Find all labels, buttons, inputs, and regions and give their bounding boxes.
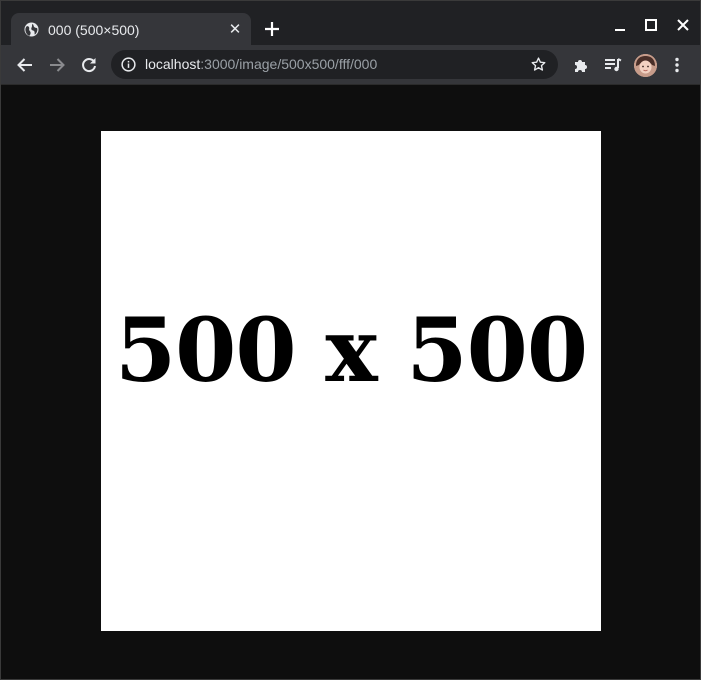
forward-arrow-icon[interactable] bbox=[47, 55, 67, 75]
bookmark-star-icon[interactable] bbox=[530, 56, 547, 73]
close-window-button[interactable] bbox=[673, 15, 693, 35]
extensions-puzzle-icon[interactable] bbox=[571, 55, 591, 75]
tab-close-button[interactable]: ✕ bbox=[225, 20, 245, 40]
url-path: :3000/image/500x500/fff/000 bbox=[200, 56, 378, 72]
address-bar[interactable]: localhost:3000/image/500x500/fff/000 bbox=[111, 50, 558, 79]
profile-avatar[interactable] bbox=[634, 54, 657, 77]
reload-icon[interactable] bbox=[79, 55, 99, 75]
image-dimensions-label: 500 x 500 bbox=[114, 298, 588, 402]
page-content: 500 x 500 bbox=[1, 85, 700, 679]
new-tab-button[interactable] bbox=[262, 19, 282, 39]
browser-window: 000 (500×500) ✕ localhost:3000/image/500… bbox=[0, 0, 701, 680]
maximize-button[interactable] bbox=[641, 15, 661, 35]
back-arrow-icon[interactable] bbox=[15, 55, 35, 75]
tab-active[interactable]: 000 (500×500) ✕ bbox=[11, 13, 251, 47]
toolbar: localhost:3000/image/500x500/fff/000 bbox=[1, 45, 700, 85]
url-text[interactable]: localhost:3000/image/500x500/fff/000 bbox=[145, 56, 377, 72]
info-icon[interactable] bbox=[121, 57, 136, 72]
url-host: localhost bbox=[145, 56, 201, 72]
media-queue-icon[interactable] bbox=[603, 55, 623, 75]
tab-strip: 000 (500×500) ✕ bbox=[1, 1, 700, 47]
globe-icon bbox=[24, 22, 39, 37]
more-menu-icon[interactable] bbox=[667, 55, 687, 75]
placeholder-image: 500 x 500 bbox=[101, 131, 601, 631]
minimize-button[interactable] bbox=[610, 15, 630, 35]
tab-title: 000 (500×500) bbox=[48, 22, 140, 38]
avatar-face-icon bbox=[634, 54, 657, 77]
